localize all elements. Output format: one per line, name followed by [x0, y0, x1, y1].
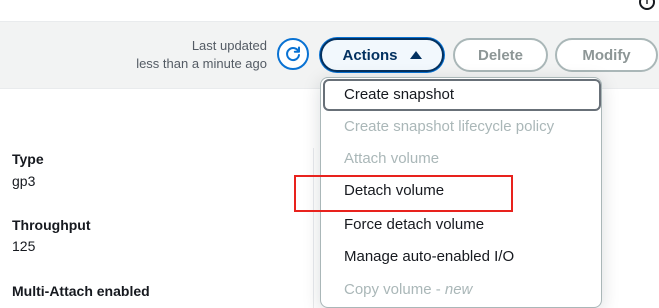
menu-item-label: Force detach volume [344, 216, 485, 233]
last-updated-label: Last updated [191, 38, 267, 53]
new-tag: new [444, 281, 473, 298]
menu-item-label: Attach volume [344, 150, 440, 167]
refresh-button[interactable] [277, 38, 309, 70]
menu-item-label: Manage auto-enabled I/O [344, 248, 515, 265]
type-label: Type [12, 151, 44, 167]
menu-item-label: Copy volume - [344, 281, 445, 298]
menu-item-create-snapshot-lifecycle-policy: Create snapshot lifecycle policy [323, 111, 601, 143]
actions-dropdown-menu: Create snapshot Create snapshot lifecycl… [320, 77, 602, 308]
delete-button-label: Delete [477, 46, 524, 64]
menu-item-label: Create snapshot [344, 86, 455, 103]
modify-button-label: Modify [582, 46, 631, 64]
menu-item-manage-auto-enabled-io[interactable]: Manage auto-enabled I/O [323, 241, 601, 273]
throughput-value: 125 [12, 238, 36, 254]
actions-button-label: Actions [342, 46, 398, 64]
caret-up-icon [409, 51, 422, 59]
multi-attach-label: Multi-Attach enabled [12, 283, 150, 299]
column-divider [313, 148, 314, 308]
top-strip: i [0, 0, 659, 22]
menu-item-attach-volume: Attach volume [323, 143, 601, 175]
menu-item-label: Create snapshot lifecycle policy [344, 118, 555, 135]
last-updated-time: less than a minute ago [136, 56, 267, 71]
menu-item-label: Detach volume [344, 182, 445, 199]
menu-item-force-detach-volume[interactable]: Force detach volume [323, 209, 601, 241]
info-icon[interactable]: i [639, 0, 655, 10]
delete-button[interactable]: Delete [453, 38, 548, 72]
type-value: gp3 [12, 173, 36, 189]
menu-item-copy-volume: Copy volume - new [323, 274, 601, 306]
refresh-icon [286, 46, 300, 62]
throughput-label: Throughput [12, 217, 91, 233]
modify-button[interactable]: Modify [555, 38, 658, 72]
menu-item-create-snapshot[interactable]: Create snapshot [323, 79, 601, 111]
actions-button[interactable]: Actions [320, 38, 444, 72]
last-updated: Last updated less than a minute ago [136, 37, 267, 73]
menu-item-detach-volume[interactable]: Detach volume [323, 175, 601, 207]
